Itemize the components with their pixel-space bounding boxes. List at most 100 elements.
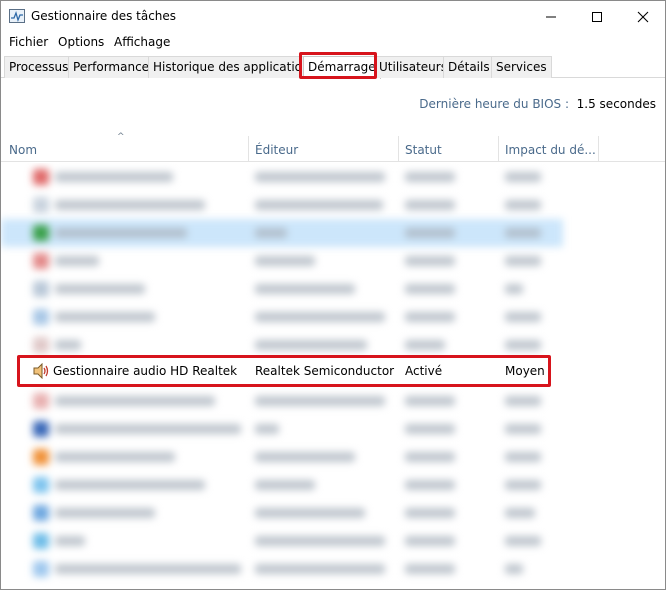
tab-processus[interactable]: Processus (4, 56, 74, 78)
column-name[interactable]: Nom (9, 143, 37, 157)
tab-services[interactable]: Services (491, 56, 552, 78)
redacted-text (55, 312, 155, 322)
menu-fichier[interactable]: Fichier (9, 35, 48, 49)
minimize-button[interactable] (528, 1, 574, 32)
redacted-text (55, 284, 145, 294)
redacted-text (505, 256, 541, 266)
close-icon (637, 11, 649, 22)
redacted-text (405, 172, 455, 182)
menu-options[interactable]: Options (58, 35, 104, 49)
tab-historique[interactable]: Historique des applications (148, 56, 321, 78)
app-icon (33, 421, 49, 437)
row-impact: Moyen (505, 364, 545, 378)
redacted-text (255, 452, 355, 462)
menu-bar: Fichier Options Affichage (1, 33, 665, 53)
list-item[interactable] (1, 163, 665, 191)
redacted-text (505, 312, 541, 322)
redacted-text (405, 536, 455, 546)
row-publisher: Realtek Semiconductor (255, 364, 395, 378)
app-icon (33, 533, 49, 549)
row-status: Activé (405, 364, 443, 378)
redacted-text (505, 508, 535, 518)
maximize-button[interactable] (574, 1, 620, 32)
list-item[interactable] (1, 275, 665, 303)
column-divider[interactable] (598, 136, 599, 162)
app-icon (33, 337, 49, 353)
column-publisher[interactable]: Éditeur (255, 143, 298, 157)
column-header: Nom Éditeur Statut Impact du dé... (1, 136, 665, 162)
tab-bar: Processus Performance Historique des app… (1, 56, 665, 79)
task-manager-icon (9, 9, 25, 23)
app-icon (33, 393, 49, 409)
redacted-text (255, 172, 385, 182)
column-status[interactable]: Statut (405, 143, 442, 157)
close-button[interactable] (620, 1, 666, 32)
task-manager-window: Gestionnaire des tâches Fichier Options … (0, 0, 666, 590)
realtek-startup-row[interactable]: Gestionnaire audio HD Realtek Realtek Se… (17, 355, 551, 387)
list-item[interactable] (1, 443, 665, 471)
redacted-text (505, 340, 541, 350)
column-divider[interactable] (248, 136, 249, 162)
redacted-text (505, 564, 523, 574)
tab-performance[interactable]: Performance (68, 56, 155, 78)
redacted-text (405, 312, 455, 322)
window-title: Gestionnaire des tâches (31, 9, 177, 23)
redacted-text (405, 564, 455, 574)
column-impact[interactable]: Impact du dé... (505, 143, 596, 157)
redacted-text (55, 452, 175, 462)
list-item[interactable] (1, 247, 665, 275)
app-icon (33, 281, 49, 297)
redacted-text (55, 256, 99, 266)
list-item[interactable] (1, 527, 665, 555)
list-item[interactable] (1, 303, 665, 331)
redacted-text (255, 396, 385, 406)
redacted-text (255, 536, 385, 546)
app-icon (33, 253, 49, 269)
redacted-text (55, 228, 187, 238)
list-item[interactable] (1, 555, 665, 583)
redacted-text (55, 480, 205, 490)
redacted-text (255, 480, 315, 490)
redacted-text (505, 536, 541, 546)
redacted-text (405, 452, 455, 462)
redacted-text (55, 508, 155, 518)
redacted-text (405, 228, 455, 238)
redacted-text (55, 200, 205, 210)
tab-utilisateurs[interactable]: Utilisateurs (374, 56, 452, 78)
list-item[interactable] (1, 191, 665, 219)
redacted-text (55, 172, 173, 182)
column-divider[interactable] (398, 136, 399, 162)
redacted-text (505, 396, 541, 406)
row-name: Gestionnaire audio HD Realtek (53, 364, 238, 378)
tab-demarrage[interactable]: Démarrage (303, 56, 381, 79)
bios-label: Dernière heure du BIOS : (419, 97, 570, 111)
redacted-text (405, 284, 455, 294)
list-item[interactable] (1, 415, 665, 443)
redacted-text (255, 312, 385, 322)
redacted-text (405, 256, 455, 266)
list-item[interactable] (1, 499, 665, 527)
app-icon (33, 477, 49, 493)
redacted-text (255, 424, 279, 434)
redacted-text (255, 200, 383, 210)
redacted-text (405, 340, 445, 350)
title-bar[interactable]: Gestionnaire des tâches (1, 1, 665, 32)
tab-details[interactable]: Détails (443, 56, 495, 78)
redacted-text (405, 396, 455, 406)
bios-value: 1.5 secondes (576, 97, 656, 111)
redacted-text (405, 200, 455, 210)
redacted-text (255, 256, 315, 266)
bios-time: Dernière heure du BIOS : 1.5 secondes (419, 97, 656, 111)
redacted-text (255, 340, 367, 350)
list-item[interactable] (1, 219, 563, 247)
list-item[interactable] (1, 471, 665, 499)
maximize-icon (592, 11, 602, 22)
redacted-text (505, 200, 541, 210)
redacted-text (405, 508, 455, 518)
column-divider[interactable] (498, 136, 499, 162)
redacted-text (55, 396, 215, 406)
redacted-text (505, 172, 541, 182)
menu-affichage[interactable]: Affichage (114, 35, 170, 49)
list-item[interactable] (1, 387, 665, 415)
redacted-text (55, 536, 85, 546)
